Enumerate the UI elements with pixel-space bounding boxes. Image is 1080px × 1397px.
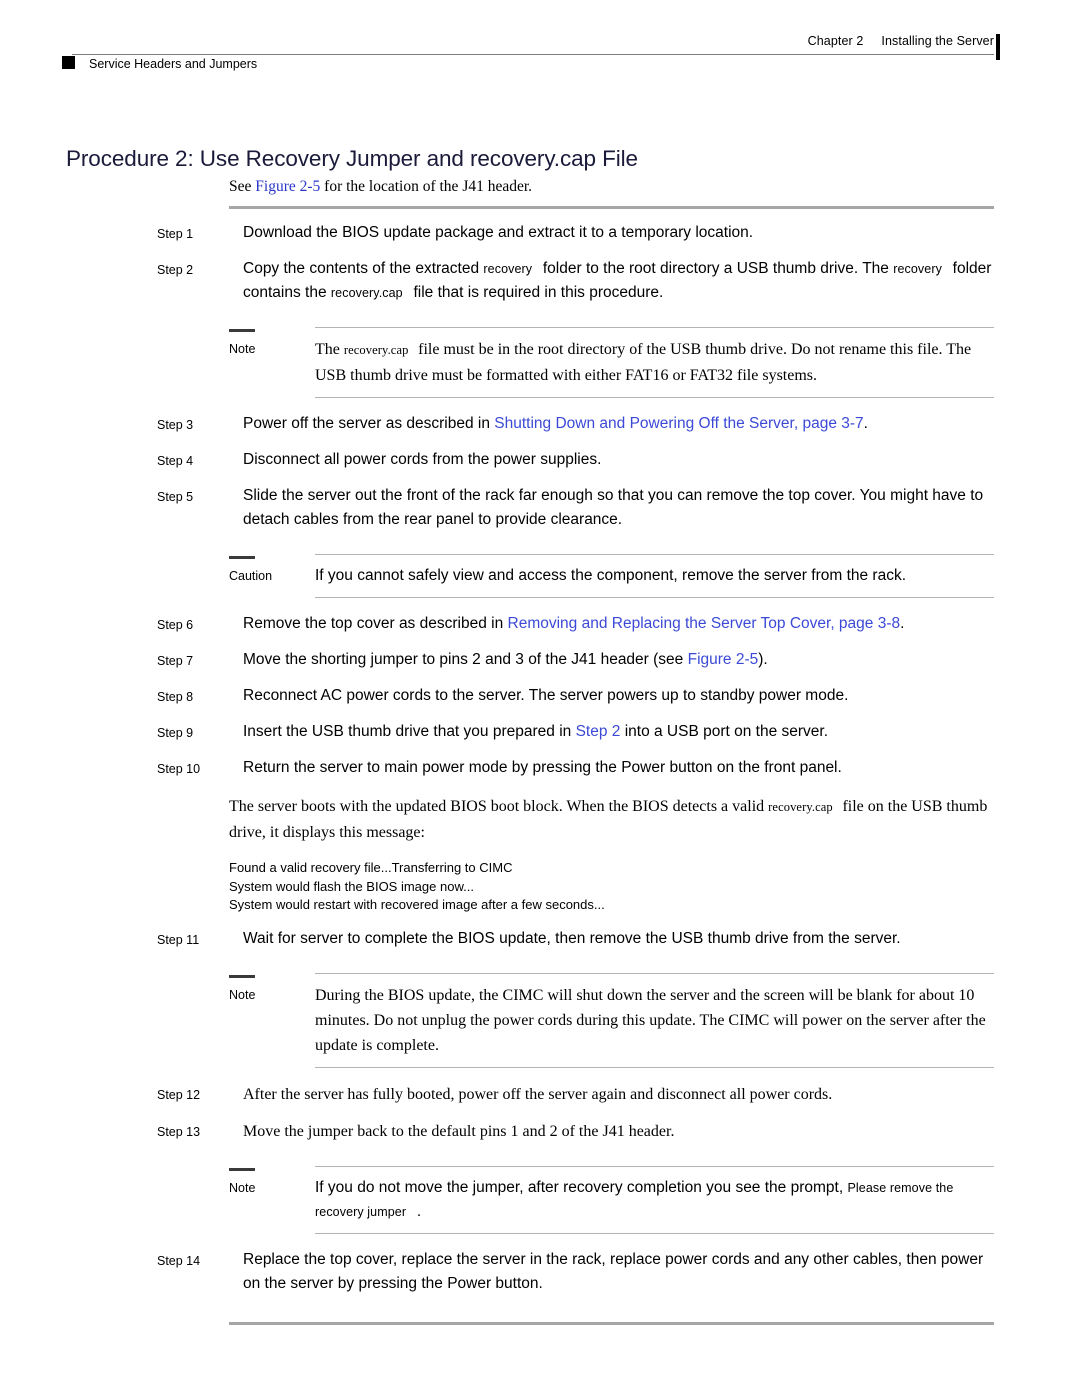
step-row: Step 2 Copy the contents of the extracte…	[0, 257, 1080, 305]
step-text: Reconnect AC power cords to the server. …	[243, 687, 849, 704]
running-header: Chapter 2 Installing the Server Service H…	[0, 0, 1080, 90]
step-label: Step 9	[157, 726, 194, 740]
step-row: Step 5 Slide the server out the front of…	[0, 484, 1080, 532]
step2-text-1: Copy the contents of the extracted	[243, 260, 484, 277]
step-row: Step 9 Insert the USB thumb drive that y…	[0, 720, 1080, 744]
step-label: Step 12	[157, 1087, 201, 1102]
step-row: Step 7 Move the shorting jumper to pins …	[0, 648, 1080, 672]
step-text: Download the BIOS update package and ext…	[243, 224, 754, 241]
step-text: Disconnect all power cords from the powe…	[243, 451, 602, 468]
step-label: Step 6	[157, 618, 194, 632]
header-chapter-title: Installing the Server	[881, 34, 994, 48]
figure-2-5-link[interactable]: Figure 2-5	[255, 178, 320, 195]
caution-text: If you cannot safely view and access the…	[315, 554, 994, 598]
step10-para-code: recovery.cap	[768, 800, 833, 814]
step-label: Step 8	[157, 690, 194, 704]
step-label: Step 2	[157, 263, 194, 277]
document-page: Chapter 2 Installing the Server Service H…	[0, 0, 1080, 1397]
step-text: Copy the contents of the extracted recov…	[243, 257, 994, 305]
step-row: Step 11 Wait for server to complete the …	[0, 927, 1080, 951]
step10-para-text-1: The server boots with the updated BIOS b…	[229, 798, 769, 815]
step2-code-2: recovery	[893, 262, 942, 276]
step-row: Step 3 Power off the server as described…	[0, 412, 1080, 436]
running-footer: Cisco UCS C220 Server Installation and S…	[0, 1287, 1080, 1397]
header-chapter-label: Chapter 2	[807, 34, 864, 48]
step2-code-3: recovery.cap	[330, 286, 403, 300]
step-text: Insert the USB thumb drive that you prep…	[243, 720, 994, 744]
step-text: After the server has fully booted, power…	[243, 1085, 833, 1103]
note1-code: recovery.cap	[343, 343, 409, 357]
step2-code-1: recovery	[483, 262, 533, 276]
caution-block: Caution If you cannot safely view and ac…	[0, 554, 1080, 598]
note-text: The recovery.cap file must be in the root…	[315, 327, 994, 398]
removing-top-cover-link[interactable]: Removing and Replacing the Server Top Co…	[508, 615, 901, 632]
note-text: If you do not move the jumper, after rec…	[315, 1165, 994, 1234]
note-block: Note During the BIOS update, the CIMC wi…	[0, 972, 1080, 1068]
step-row: Step 13 Move the jumper back to the defa…	[0, 1119, 1080, 1144]
console-output-block: Found a valid recovery file...Transferri…	[229, 860, 605, 912]
note-block: Note If you do not move the jumper, afte…	[0, 1165, 1080, 1234]
note-label: Note	[229, 327, 315, 359]
note-block: Note The recovery.cap file must be in the…	[0, 327, 1080, 398]
figure-2-5-link[interactable]: Figure 2-5	[688, 651, 759, 668]
step-label: Step 10	[157, 762, 201, 776]
caution-label: Caution	[229, 554, 315, 586]
step-text: Power off the server as described in Shu…	[243, 412, 994, 436]
step6-text-2: .	[900, 615, 905, 632]
step-2-link[interactable]: Step 2	[576, 723, 621, 740]
step2-text-2: folder to the root directory a USB thumb…	[542, 260, 894, 277]
header-bullet-square-icon	[62, 56, 75, 69]
step-row: Step 8 Reconnect AC power cords to the s…	[0, 684, 1080, 708]
header-chapter-info: Chapter 2 Installing the Server	[808, 34, 994, 48]
step-row: Step 12 After the server has fully boote…	[0, 1082, 1080, 1107]
step-label: Step 5	[157, 490, 194, 504]
step-row: Step 1 Download the BIOS update package …	[0, 221, 1080, 245]
step-text: Return the server to main power mode by …	[243, 759, 842, 776]
step9-text-2: into a USB port on the server.	[620, 723, 829, 740]
shutting-down-link[interactable]: Shutting Down and Powering Off the Serve…	[494, 415, 863, 432]
step-row: Step 10 Return the server to main power …	[0, 756, 1080, 780]
step-text: Remove the top cover as described in Rem…	[243, 612, 994, 636]
step3-text-1: Power off the server as described in	[243, 415, 495, 432]
step10-paragraph: The server boots with the updated BIOS b…	[229, 794, 994, 845]
note1-text-1: The	[315, 341, 344, 358]
lead-text-before: See	[229, 178, 256, 195]
step-label: Step 14	[157, 1253, 201, 1268]
note-text: During the BIOS update, the CIMC will sh…	[315, 972, 994, 1068]
step9-text-1: Insert the USB thumb drive that you prep…	[243, 723, 576, 740]
step-label: Step 3	[157, 418, 194, 432]
note3-text-1: If you do not move the jumper, after rec…	[315, 1178, 848, 1196]
step2-text-4: file that is required in this procedure.	[413, 284, 664, 301]
step-row: Step 4 Disconnect all power cords from t…	[0, 448, 1080, 472]
page-title: Procedure 2: Use Recovery Jumper and rec…	[66, 146, 638, 172]
step-text: Move the shorting jumper to pins 2 and 3…	[243, 648, 994, 672]
step-label: Step 13	[157, 1124, 201, 1139]
step7-text-1: Move the shorting jumper to pins 2 and 3…	[243, 651, 688, 668]
note-label: Note	[229, 973, 315, 1005]
step7-text-2: ).	[758, 651, 768, 668]
header-rule	[72, 54, 994, 55]
header-end-bar	[996, 34, 1000, 60]
note-label: Note	[229, 1166, 315, 1198]
step-label: Step 11	[157, 932, 200, 947]
step3-text-2: .	[863, 415, 868, 432]
step-text: Move the jumper back to the default pins…	[243, 1122, 675, 1140]
step-row: Step 6 Remove the top cover as described…	[0, 612, 1080, 636]
header-section-title: Service Headers and Jumpers	[89, 57, 258, 71]
document-body: See Figure 2-5 for the location of the J…	[0, 176, 1080, 1325]
section-rule-top	[229, 206, 994, 209]
step-text: Wait for server to complete the BIOS upd…	[243, 929, 901, 947]
lead-text-after: for the location of the J41 header.	[320, 178, 533, 195]
lead-paragraph: See Figure 2-5 for the location of the J…	[229, 176, 994, 198]
step-label: Step 7	[157, 654, 194, 668]
step-text: Slide the server out the front of the ra…	[243, 487, 984, 528]
step6-text-1: Remove the top cover as described in	[243, 615, 508, 632]
step-label: Step 4	[157, 454, 194, 468]
step-label: Step 1	[157, 227, 194, 241]
note3-text-2: .	[416, 1202, 422, 1220]
